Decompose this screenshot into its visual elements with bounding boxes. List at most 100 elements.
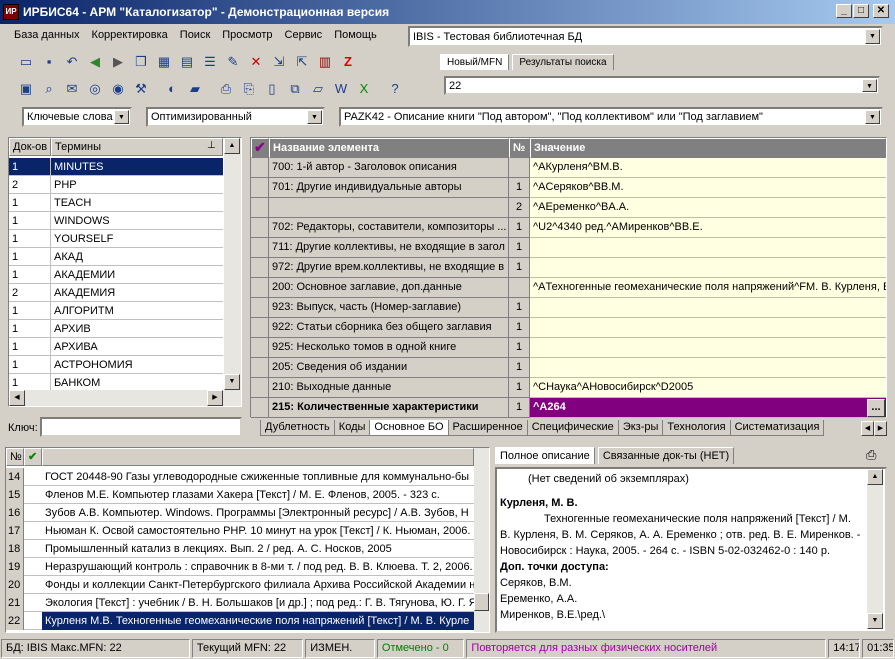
- terms-col-docs[interactable]: Док-ов: [9, 138, 51, 156]
- table-row[interactable]: 19 Неразрушающий контроль : справочник в …: [6, 558, 474, 576]
- find-next-icon[interactable]: ◉: [108, 79, 128, 99]
- field-row[interactable]: 972: Другие врем.коллективы, не входящие…: [251, 258, 886, 278]
- fields-col-value[interactable]: Значение: [530, 138, 886, 158]
- field-value[interactable]: [530, 298, 886, 318]
- field-row[interactable]: 923: Выпуск, часть (Номер-заглавие) 1: [251, 298, 886, 318]
- pages-icon[interactable]: ⧉: [285, 79, 305, 99]
- table-row[interactable]: 1 АРХИВА: [9, 338, 223, 356]
- menu-item[interactable]: Поиск: [174, 28, 216, 46]
- export-icon[interactable]: ⇱: [292, 52, 312, 72]
- search-mode-select[interactable]: Ключевые слова ▼: [22, 107, 132, 127]
- field-value[interactable]: ^A264: [530, 398, 886, 418]
- field-value[interactable]: [530, 358, 886, 378]
- table-row[interactable]: 14 ГОСТ 20448-90 Газы углеводородные сжиж…: [6, 468, 474, 486]
- tab-full-description[interactable]: Полное описание: [495, 447, 595, 464]
- tab-2[interactable]: Основное БО: [369, 420, 449, 436]
- menu-item[interactable]: База данных: [8, 28, 86, 46]
- printer-icon[interactable]: ⎙: [216, 79, 236, 99]
- chevron-down-icon[interactable]: ▼: [862, 79, 877, 92]
- close-button[interactable]: ✕: [873, 4, 889, 18]
- table-row[interactable]: 1 АЛГОРИТМ: [9, 302, 223, 320]
- new-doc-icon[interactable]: ▭: [16, 52, 36, 72]
- print-description-icon[interactable]: ⎙: [866, 447, 876, 463]
- records-col-desc[interactable]: [42, 448, 474, 466]
- word-icon[interactable]: W: [331, 79, 351, 99]
- field-row[interactable]: 702: Редакторы, составители, композиторы…: [251, 218, 886, 238]
- tab-4[interactable]: Специфические: [526, 420, 619, 436]
- tab-new-mfn[interactable]: Новый/MFN: [440, 54, 510, 70]
- save-icon[interactable]: ▪: [39, 52, 59, 72]
- scroll-right-icon[interactable]: ▶: [207, 390, 223, 406]
- desc-scrollbar[interactable]: ▲ ▼: [867, 469, 883, 629]
- tab-5[interactable]: Экз-ры: [617, 420, 664, 436]
- table-row[interactable]: 1 YOURSELF: [9, 230, 223, 248]
- maximize-button[interactable]: □: [853, 4, 869, 18]
- records-scrollbar[interactable]: [474, 448, 489, 632]
- menu-item[interactable]: Помощь: [328, 28, 383, 46]
- document-icon[interactable]: ▯: [262, 79, 282, 99]
- tab-search-results[interactable]: Результаты поиска: [512, 54, 614, 70]
- field-row[interactable]: 205: Сведения об издании 1: [251, 358, 886, 378]
- print-preview-icon[interactable]: ⎘: [239, 79, 259, 99]
- undo-icon[interactable]: ↶: [62, 52, 82, 72]
- table-row[interactable]: 1 АСТРОНОМИЯ: [9, 356, 223, 374]
- field-value[interactable]: [530, 338, 886, 358]
- comment-icon[interactable]: ▣: [16, 79, 36, 99]
- terms-scrollbar[interactable]: ▲ ▼: [224, 138, 241, 390]
- delete-icon[interactable]: ✕: [246, 52, 266, 72]
- field-row[interactable]: 711: Другие коллективы, не входящие в за…: [251, 238, 886, 258]
- z-icon[interactable]: Z: [338, 52, 358, 72]
- menu-item[interactable]: Сервис: [279, 28, 329, 46]
- chevron-down-icon[interactable]: ▼: [865, 29, 880, 44]
- records-scroll-thumb[interactable]: [474, 593, 489, 611]
- field-row[interactable]: 2 ^AЕременко^BА.А.: [251, 198, 886, 218]
- more-button[interactable]: ...: [867, 399, 885, 417]
- fields-col-num[interactable]: №: [509, 138, 530, 158]
- table-row[interactable]: 1 АРХИВ: [9, 320, 223, 338]
- table-row[interactable]: 1 TEACH: [9, 194, 223, 212]
- chevron-down-icon[interactable]: ▼: [307, 110, 322, 124]
- records-col-num[interactable]: №: [6, 448, 24, 466]
- chevron-down-icon[interactable]: ▼: [865, 110, 880, 124]
- database-select[interactable]: IBIS - Тестовая библиотечная БД ▼: [408, 26, 883, 47]
- tab-scroll-left-icon[interactable]: ◀: [861, 421, 874, 436]
- books-icon[interactable]: ▥: [315, 52, 335, 72]
- field-value[interactable]: ^AСеряков^BВ.М.: [530, 178, 886, 198]
- folder-open-icon[interactable]: ▱: [308, 79, 328, 99]
- list-icon[interactable]: ☰: [200, 52, 220, 72]
- minimize-button[interactable]: _: [836, 4, 852, 18]
- field-value[interactable]: ^AКурленя^BМ.В.: [530, 158, 886, 178]
- tab-linked-docs[interactable]: Связанные док-ты (НЕТ): [597, 447, 735, 464]
- print-doc-icon[interactable]: ▤: [177, 52, 197, 72]
- field-value[interactable]: ^U2^4340 ред.^AМиренков^BВ.Е.: [530, 218, 886, 238]
- field-value[interactable]: [530, 258, 886, 278]
- table-row[interactable]: 15 Фленов М.Е. Компьютер глазами Хакера […: [6, 486, 474, 504]
- field-value[interactable]: ^AЕременко^BА.А.: [530, 198, 886, 218]
- import-icon[interactable]: ⇲: [269, 52, 289, 72]
- field-row[interactable]: 922: Статьи сборника без общего заглавия…: [251, 318, 886, 338]
- edit-icon[interactable]: ✎: [223, 52, 243, 72]
- table-row[interactable]: 2 АКАДЕМИЯ: [9, 284, 223, 302]
- field-row[interactable]: 925: Несколько томов в одной книге 1: [251, 338, 886, 358]
- field-row[interactable]: 210: Выходные данные 1 ^CНаука^AНовосибирс…: [251, 378, 886, 398]
- mail-icon[interactable]: ✉: [62, 79, 82, 99]
- tab-3[interactable]: Расширенное: [447, 420, 528, 436]
- field-value[interactable]: [530, 238, 886, 258]
- field-value[interactable]: [530, 318, 886, 338]
- tab-6[interactable]: Технология: [662, 420, 731, 436]
- table-row[interactable]: 1 АКАД: [9, 248, 223, 266]
- key-input[interactable]: [40, 417, 242, 437]
- table-row[interactable]: 1 MINUTES: [9, 158, 223, 176]
- menu-item[interactable]: Просмотр: [216, 28, 278, 46]
- scroll-up-icon[interactable]: ▲: [224, 138, 240, 154]
- fields-col-name[interactable]: Название элемента: [269, 138, 509, 158]
- table-row[interactable]: 21 Экология [Текст] : учебник / В. Н. Бол…: [6, 594, 474, 612]
- table-row[interactable]: 16 Зубов А.В. Компьютер. Windows. Програм…: [6, 504, 474, 522]
- table-row[interactable]: 17 Ньюман К. Освой самостоятельно PHP. 10…: [6, 522, 474, 540]
- view-icon[interactable]: ◐: [162, 79, 182, 99]
- scroll-down-icon[interactable]: ▼: [867, 613, 883, 629]
- copy-icon[interactable]: ❐: [131, 52, 151, 72]
- optimization-select[interactable]: Оптимизированный ▼: [146, 107, 325, 127]
- forward-arrow-icon[interactable]: ▶: [108, 52, 128, 72]
- table-row[interactable]: 2 PHP: [9, 176, 223, 194]
